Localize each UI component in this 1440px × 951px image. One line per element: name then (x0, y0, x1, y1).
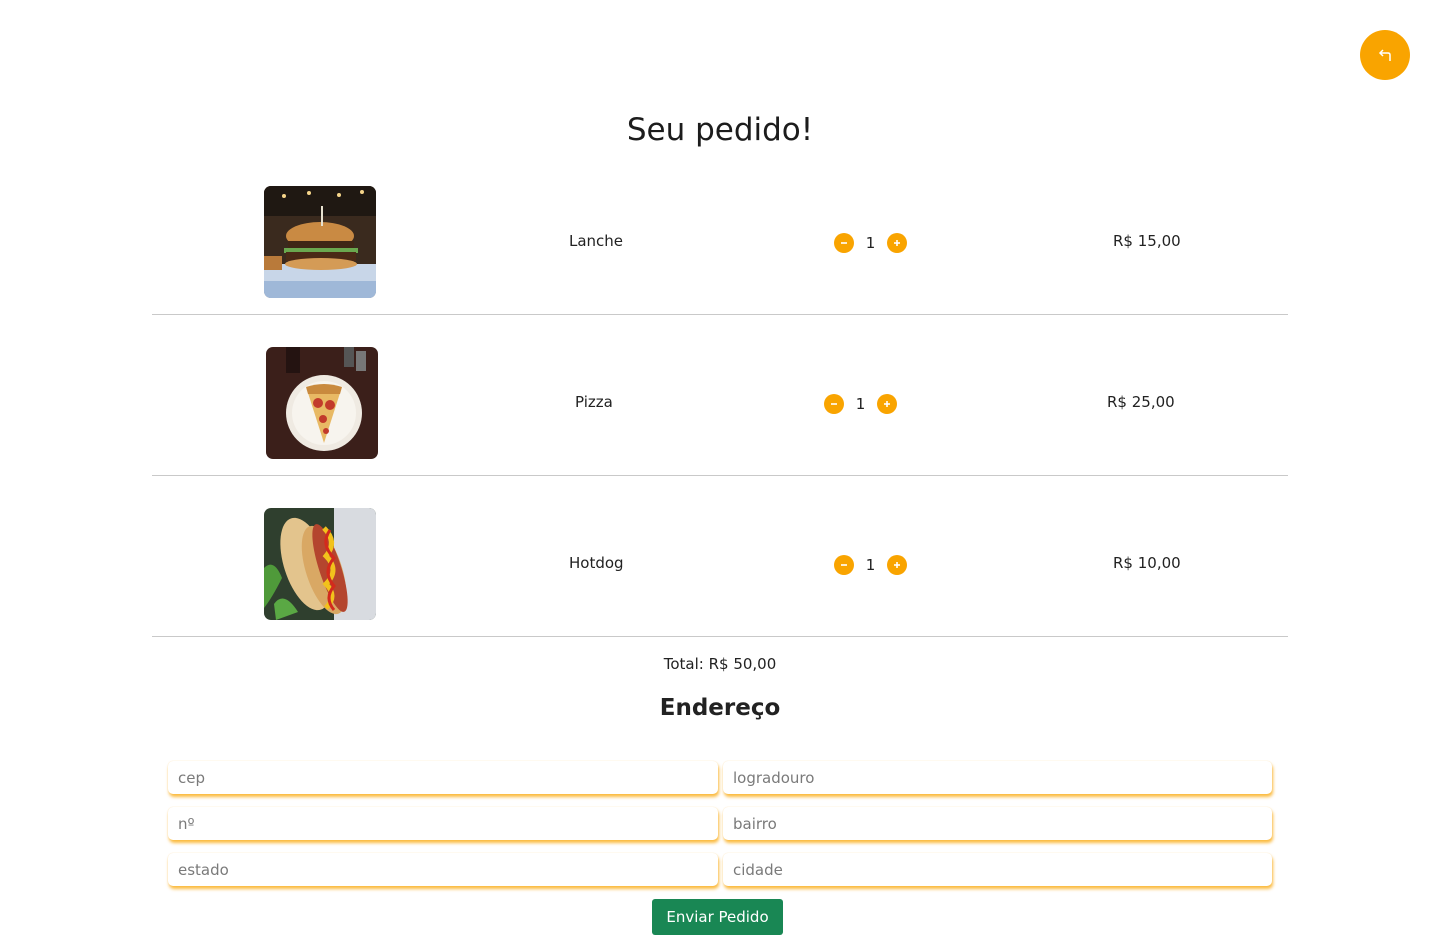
increase-button[interactable] (877, 394, 897, 414)
plus-icon (884, 401, 890, 407)
quantity-stepper: 1 (824, 394, 897, 414)
quantity-stepper: 1 (834, 233, 907, 253)
estado-field[interactable] (168, 853, 718, 886)
item-quantity: 1 (865, 234, 876, 252)
increase-button[interactable] (887, 233, 907, 253)
order-item-lanche: Lanche 1 R$ 15,00 (152, 154, 1288, 315)
plus-icon (894, 240, 900, 246)
increase-button[interactable] (887, 555, 907, 575)
cidade-field[interactable] (723, 853, 1272, 886)
burger-photo (264, 186, 376, 298)
logradouro-field[interactable] (723, 761, 1272, 794)
item-price: R$ 10,00 (1113, 554, 1181, 572)
minus-icon (841, 564, 847, 566)
decrease-button[interactable] (834, 555, 854, 575)
order-item-hotdog: Hotdog 1 R$ 10,00 (152, 476, 1288, 637)
minus-icon (841, 242, 847, 244)
minus-icon (831, 403, 837, 405)
item-quantity: 1 (855, 395, 866, 413)
order-item-pizza: Pizza 1 R$ 25,00 (152, 315, 1288, 476)
bairro-field[interactable] (723, 807, 1272, 840)
item-name: Hotdog (569, 554, 624, 572)
decrease-button[interactable] (834, 233, 854, 253)
pizza-photo (266, 347, 378, 459)
page-title: Seu pedido! (626, 112, 814, 148)
cep-field[interactable] (168, 761, 718, 794)
item-price: R$ 25,00 (1107, 393, 1175, 411)
number-field[interactable] (168, 807, 718, 840)
decrease-button[interactable] (824, 394, 844, 414)
quantity-stepper: 1 (834, 555, 907, 575)
item-name: Lanche (569, 232, 624, 250)
return-arrow-icon (1378, 49, 1391, 61)
hotdog-photo (264, 508, 376, 620)
plus-icon (894, 562, 900, 568)
order-total: Total: R$ 50,00 (663, 655, 777, 673)
back-button[interactable] (1360, 30, 1410, 80)
item-quantity: 1 (865, 556, 876, 574)
item-name: Pizza (575, 393, 613, 411)
address-title: Endereço (659, 695, 781, 721)
item-price: R$ 15,00 (1113, 232, 1181, 250)
submit-order-button[interactable]: Enviar Pedido (652, 899, 783, 935)
